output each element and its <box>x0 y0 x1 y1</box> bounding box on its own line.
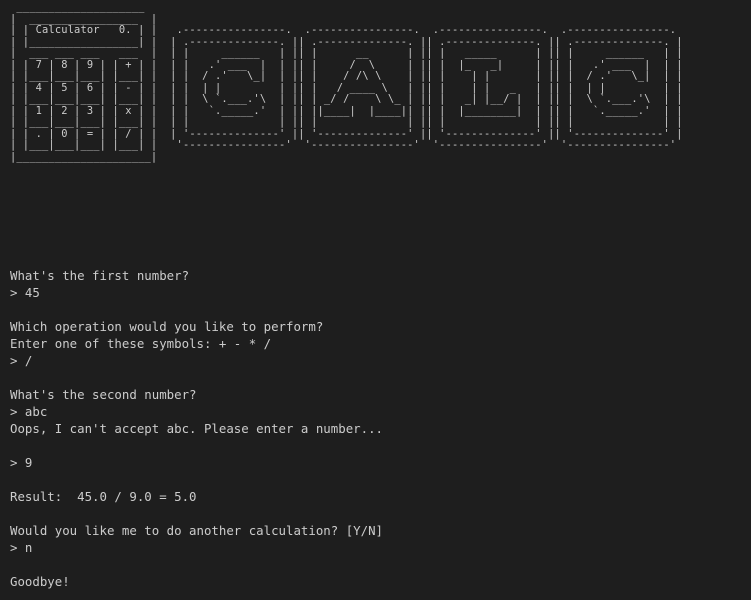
user-input-line: > 45 <box>10 285 40 300</box>
output-line: Oops, I can't accept abc. Please enter a… <box>10 421 383 436</box>
output-line: Which operation would you like to perfor… <box>10 319 324 334</box>
user-input-line: > / <box>10 353 33 368</box>
user-input-line: > abc <box>10 404 48 419</box>
banner-line: | | . | 0 | = | | / | | | '-------------… <box>10 127 683 140</box>
output-line: What's the second number? <box>10 387 197 402</box>
banner-line: | ___ ___ ___ ___ | | | ______ | || | __… <box>10 47 683 59</box>
banner-line: |_____________________| <box>10 150 158 163</box>
banner-line: | |___|___|___| |___| | | | \ `.___.'\ |… <box>10 93 683 105</box>
ascii-calculator-banner: ____________________ | _________________… <box>10 1 683 163</box>
output-line: Result: 45.0 / 9.0 = 5.0 <box>10 489 197 504</box>
banner-line: | | 7 | 8 | 9 | | + | | | | .' ___ | | |… <box>10 58 683 71</box>
banner-line: ____________________ <box>10 1 145 13</box>
user-input-line: > n <box>10 540 33 555</box>
banner-line: | | 4 | 5 | 6 | | - | | | | | | | || | /… <box>10 81 683 94</box>
terminal-window[interactable]: ____________________ | _________________… <box>0 0 751 600</box>
banner-line: | |___|___|___| |___| | '---------------… <box>10 139 677 151</box>
output-line: Enter one of these symbols: + - * / <box>10 336 272 351</box>
banner-line: | | 1 | 2 | 3 | | x | | | | `._____.' | … <box>10 104 683 117</box>
banner-line: | | Calculator 0. | | .----------------.… <box>10 24 677 36</box>
banner-line: | _________________ | <box>10 12 158 25</box>
user-input-line: > 9 <box>10 455 33 470</box>
terminal-session-output: What's the first number? > 45 Which operat… <box>10 267 745 590</box>
banner-line: | |_________________| | | .-------------… <box>10 35 683 48</box>
output-line: What's the first number? <box>10 268 190 283</box>
output-line: Would you like me to do another calculat… <box>10 523 383 538</box>
banner-line: | |___|___|___| |___| | | | | || | | || … <box>10 116 683 128</box>
output-line: Goodbye! <box>10 574 70 589</box>
banner-line: | |___|___|___| |___| | | | / .' \_| | |… <box>10 70 683 82</box>
